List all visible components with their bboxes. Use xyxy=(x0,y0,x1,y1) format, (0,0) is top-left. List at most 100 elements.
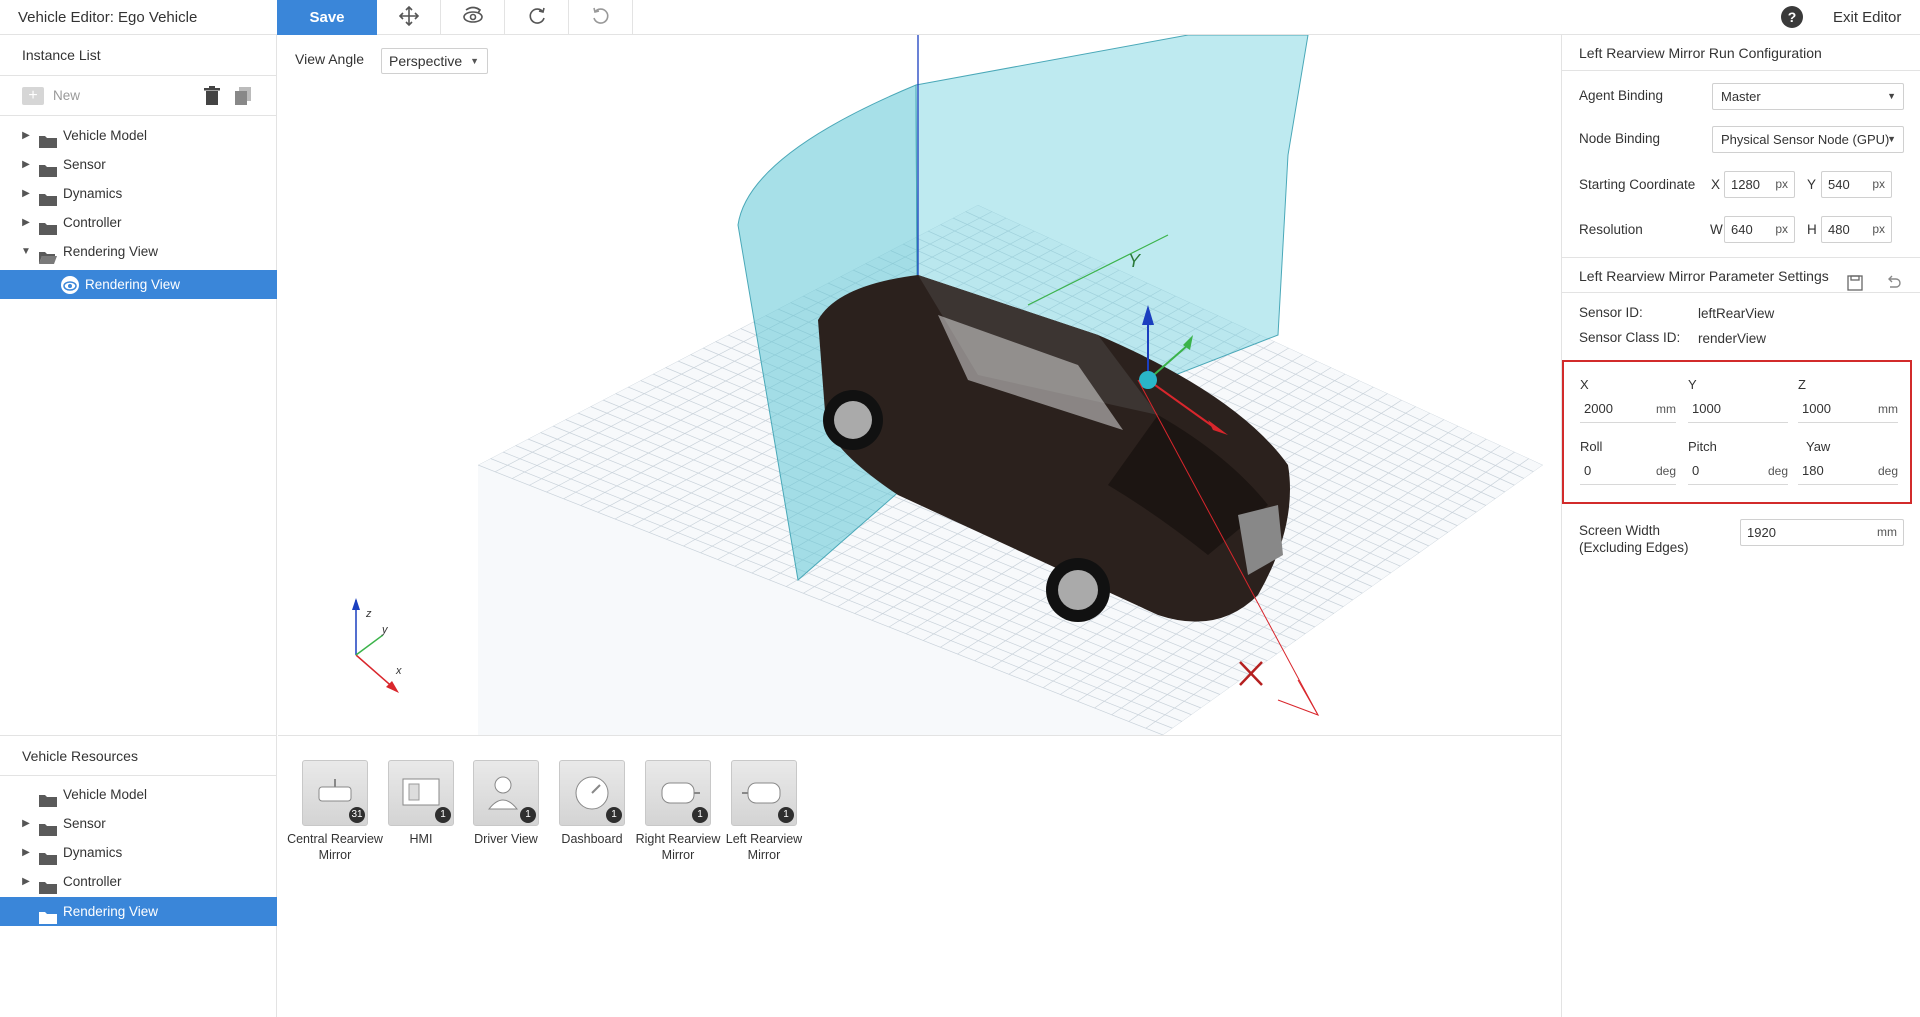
starting-coordinate-label: Starting Coordinate xyxy=(1579,177,1696,192)
right-panel: Left Rearview Mirror Run Configuration A… xyxy=(1561,35,1920,1017)
agent-binding-select[interactable]: Master ▼ xyxy=(1712,83,1904,110)
caret-down-icon[interactable]: ▼ xyxy=(20,237,32,266)
caret-right-icon[interactable]: ▶ xyxy=(20,208,32,237)
screen-width-value: 1920 xyxy=(1747,525,1776,540)
resolution-height-input[interactable]: 480 px xyxy=(1821,216,1892,243)
axis-label-x: x xyxy=(395,665,402,677)
count-badge: 1 xyxy=(435,807,451,823)
resource-item-controller[interactable]: ▶ Controller xyxy=(0,867,277,896)
central-rearview-mirror-icon: 31 xyxy=(302,760,368,826)
resource-card-left-rearview-mirror[interactable]: 1 Left Rearview Mirror xyxy=(726,760,802,863)
undo-button[interactable] xyxy=(569,0,633,35)
axis-label-z: z xyxy=(365,608,372,620)
exit-editor-button[interactable]: Exit Editor xyxy=(1833,0,1901,35)
undo-icon[interactable] xyxy=(1884,268,1902,304)
folder-icon xyxy=(39,905,57,924)
resolution-width-input[interactable]: 640 px xyxy=(1724,216,1795,243)
3d-viewport[interactable]: Y z y x View Angle Perspective ▼ xyxy=(278,35,1561,735)
resource-item-rendering-view[interactable]: Rendering View xyxy=(0,897,277,926)
tree-item-rendering-view-instance[interactable]: Rendering View xyxy=(0,270,277,299)
axis-label-y: y xyxy=(381,624,389,636)
trash-icon[interactable] xyxy=(203,86,221,109)
chevron-down-icon: ▼ xyxy=(470,56,479,66)
top-bar: Vehicle Editor: Ego Vehicle Save ? Exit … xyxy=(0,0,1920,35)
redo-button[interactable] xyxy=(505,0,569,35)
caret-right-icon[interactable]: ▶ xyxy=(20,179,32,208)
resource-card-hmi[interactable]: 1 HMI xyxy=(388,760,454,847)
caret-right-icon[interactable]: ▶ xyxy=(20,809,32,838)
right-rearview-mirror-icon: 1 xyxy=(645,760,711,826)
node-binding-value: Physical Sensor Node (GPU) xyxy=(1721,132,1890,147)
screen-width-input[interactable]: 1920 mm xyxy=(1740,519,1904,546)
save-icon[interactable] xyxy=(1847,268,1863,304)
param-settings-header: Left Rearview Mirror Parameter Settings xyxy=(1562,257,1920,293)
z-label: Z xyxy=(1798,377,1806,392)
rotate-view-button[interactable] xyxy=(441,0,505,35)
pitch-input[interactable]: 0 deg xyxy=(1688,461,1788,485)
y-value: 1000 xyxy=(1692,401,1721,416)
roll-input[interactable]: 0 deg xyxy=(1580,461,1676,485)
start-y-value: 540 xyxy=(1828,177,1850,192)
tree-label: Dynamics xyxy=(63,845,123,860)
left-panel: Instance List + New ▶ Vehicle Model ▶ Se… xyxy=(0,35,277,1017)
resource-item-sensor[interactable]: ▶ Sensor xyxy=(0,809,277,838)
tree-label: Controller xyxy=(63,215,122,230)
count-badge: 1 xyxy=(692,807,708,823)
folder-icon xyxy=(39,846,57,865)
x-value: 2000 xyxy=(1584,401,1613,416)
tree-item-controller[interactable]: ▶ Controller xyxy=(0,208,277,237)
sensor-id-label: Sensor ID: xyxy=(1579,305,1643,320)
help-icon[interactable]: ? xyxy=(1781,6,1803,28)
hmi-icon: 1 xyxy=(388,760,454,826)
count-badge: 31 xyxy=(349,807,365,823)
roll-value: 0 xyxy=(1584,463,1592,478)
yaw-value: 180 xyxy=(1802,463,1824,478)
unit-label: px xyxy=(1775,222,1788,236)
x-input[interactable]: 2000 mm xyxy=(1580,399,1676,423)
tree-item-rendering-view[interactable]: ▼ Rendering View xyxy=(0,237,277,266)
caret-right-icon[interactable]: ▶ xyxy=(20,867,32,896)
resource-card-driver-view[interactable]: 1 Driver View xyxy=(473,760,539,847)
start-y-input[interactable]: 540 px xyxy=(1821,171,1892,198)
instance-toolbar: + New xyxy=(0,76,277,116)
yaw-input[interactable]: 180 deg xyxy=(1798,461,1898,485)
resource-item-dynamics[interactable]: ▶ Dynamics xyxy=(0,838,277,867)
caret-right-icon[interactable]: ▶ xyxy=(20,150,32,179)
tree-label: Sensor xyxy=(63,816,106,831)
axis-triad: z y x xyxy=(352,598,402,693)
sensor-id-value: leftRearView xyxy=(1698,306,1775,321)
redo-icon xyxy=(526,5,548,30)
eye-icon[interactable] xyxy=(61,276,79,294)
left-rearview-mirror-icon: 1 xyxy=(731,760,797,826)
resource-card-central-rearview-mirror[interactable]: 31 Central Rearview Mirror xyxy=(287,760,383,863)
unit-label: deg xyxy=(1655,464,1676,478)
view-angle-select[interactable]: Perspective ▼ xyxy=(381,48,488,74)
move-tool-button[interactable] xyxy=(377,0,441,35)
agent-binding-label: Agent Binding xyxy=(1579,88,1664,103)
caret-right-icon[interactable]: ▶ xyxy=(20,838,32,867)
folder-open-icon xyxy=(39,245,57,264)
copy-icon[interactable] xyxy=(234,86,252,109)
caret-right-icon[interactable]: ▶ xyxy=(20,121,32,150)
tree-item-sensor[interactable]: ▶ Sensor xyxy=(0,150,277,179)
y-input[interactable]: 1000 xyxy=(1688,399,1788,423)
undo-icon xyxy=(590,5,612,30)
z-input[interactable]: 1000 mm xyxy=(1798,399,1898,423)
roll-label: Roll xyxy=(1580,439,1603,454)
resource-card-dashboard[interactable]: 1 Dashboard xyxy=(559,760,625,847)
param-settings-title: Left Rearview Mirror Parameter Settings xyxy=(1579,268,1829,284)
save-button[interactable]: Save xyxy=(277,0,377,35)
tree-item-dynamics[interactable]: ▶ Dynamics xyxy=(0,179,277,208)
scene-canvas[interactable]: Y z y x xyxy=(278,35,1561,735)
resource-card-right-rearview-mirror[interactable]: 1 Right Rearview Mirror xyxy=(636,760,720,863)
count-badge: 1 xyxy=(520,807,536,823)
sensor-class-label: Sensor Class ID: xyxy=(1579,330,1681,345)
resource-item-vehicle-model[interactable]: Vehicle Model xyxy=(0,780,277,809)
node-binding-select[interactable]: Physical Sensor Node (GPU) ▼ xyxy=(1712,126,1904,153)
folder-icon xyxy=(39,216,57,235)
unit-label: deg xyxy=(1767,464,1788,478)
unit-label: mm xyxy=(1878,402,1898,416)
tree-label: Dynamics xyxy=(63,186,123,201)
start-x-input[interactable]: 1280 px xyxy=(1724,171,1795,198)
tree-item-vehicle-model[interactable]: ▶ Vehicle Model xyxy=(0,121,277,150)
